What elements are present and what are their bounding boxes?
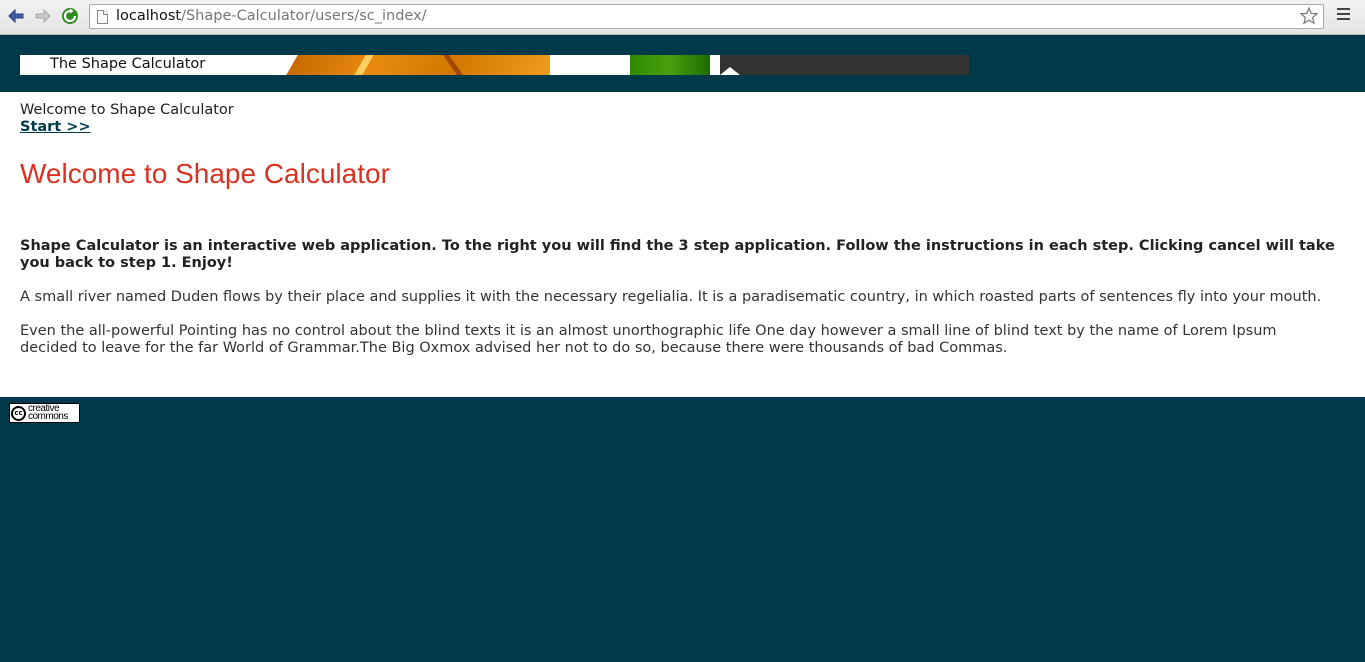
intro-paragraph: Shape Calculator is an interactive web a… bbox=[20, 238, 1335, 271]
body-paragraph-2: Even the all-powerful Pointing has no co… bbox=[20, 323, 1277, 356]
creative-commons-badge[interactable]: cc creative commons bbox=[9, 403, 80, 423]
banner-gap bbox=[550, 55, 630, 75]
browser-menu-icon[interactable] bbox=[1337, 8, 1351, 24]
forward-button[interactable] bbox=[33, 6, 53, 26]
banner-green-shape bbox=[630, 55, 710, 75]
main-content: Welcome to Shape Calculator Start >> Wel… bbox=[0, 92, 1365, 397]
address-bar[interactable]: localhost/Shape-Calculator/users/sc_inde… bbox=[89, 4, 1324, 29]
banner-triangle-icon bbox=[720, 67, 740, 75]
site-header: The Shape Calculator bbox=[0, 36, 1365, 92]
url-text[interactable]: localhost/Shape-Calculator/users/sc_inde… bbox=[116, 8, 427, 24]
browser-toolbar: localhost/Shape-Calculator/users/sc_inde… bbox=[0, 0, 1365, 35]
page-title: Welcome to Shape Calculator bbox=[20, 158, 390, 189]
site-banner[interactable]: The Shape Calculator bbox=[20, 55, 969, 75]
banner-orange-shape bbox=[286, 55, 568, 75]
cc-wordmark-line2: commons bbox=[28, 411, 68, 422]
forward-arrow-icon bbox=[35, 9, 51, 23]
url-host: localhost bbox=[116, 8, 182, 24]
bookmark-star-icon[interactable] bbox=[1299, 6, 1319, 26]
reload-icon bbox=[62, 8, 78, 24]
reload-button[interactable] bbox=[60, 6, 80, 26]
body-paragraph-1: A small river named Duden flows by their… bbox=[20, 289, 1322, 305]
start-link[interactable]: Start >> bbox=[20, 119, 91, 135]
banner-dark-shape bbox=[720, 55, 969, 75]
url-path: /Shape-Calculator/users/sc_index/ bbox=[181, 8, 427, 24]
welcome-text: Welcome to Shape Calculator bbox=[20, 102, 234, 118]
page-icon bbox=[97, 10, 108, 24]
site-footer: cc creative commons bbox=[0, 397, 1365, 662]
back-arrow-icon bbox=[8, 9, 24, 23]
banner-title: The Shape Calculator bbox=[50, 56, 206, 72]
cc-logo-icon: cc bbox=[11, 405, 26, 421]
back-button[interactable] bbox=[6, 6, 26, 26]
cc-wordmark: creative commons bbox=[28, 404, 68, 422]
